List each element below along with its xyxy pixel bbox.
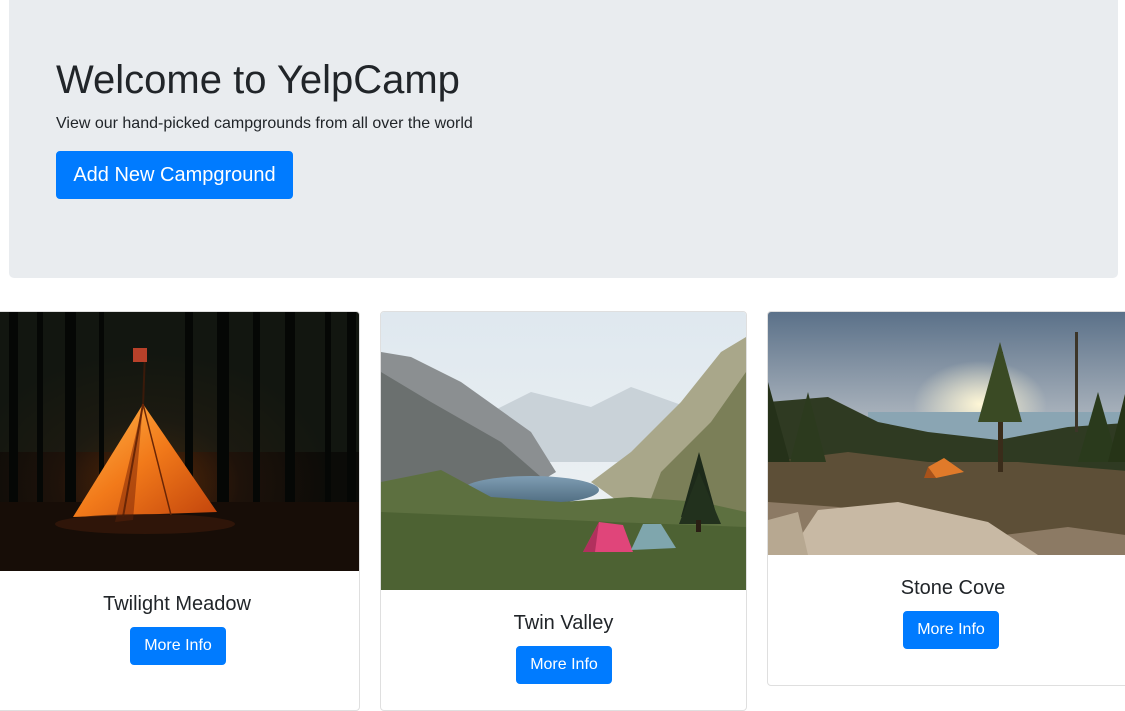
campground-card-stone-cove: Stone Cove More Info <box>767 311 1125 686</box>
campground-image[interactable] <box>0 312 360 571</box>
campground-title: Stone Cove <box>900 577 1006 599</box>
campground-card-twin-valley: Twin Valley More Info <box>380 311 747 711</box>
add-campground-button[interactable]: Add New Campground <box>56 151 293 199</box>
more-info-button[interactable]: More Info <box>903 611 999 649</box>
campground-title: Twin Valley <box>513 612 614 634</box>
page-subtitle: View our hand-picked campgrounds from al… <box>56 115 473 132</box>
campground-image[interactable] <box>768 312 1125 555</box>
page-title: Welcome to YelpCamp <box>56 58 460 102</box>
campground-card-twilight-meadow: Twilight Meadow More Info <box>0 311 360 711</box>
jumbotron: Welcome to YelpCamp View our hand-picked… <box>9 0 1118 278</box>
campground-title: Twilight Meadow <box>103 593 251 615</box>
more-info-button[interactable]: More Info <box>130 627 226 665</box>
campground-image[interactable] <box>381 312 746 590</box>
more-info-button[interactable]: More Info <box>516 646 612 684</box>
